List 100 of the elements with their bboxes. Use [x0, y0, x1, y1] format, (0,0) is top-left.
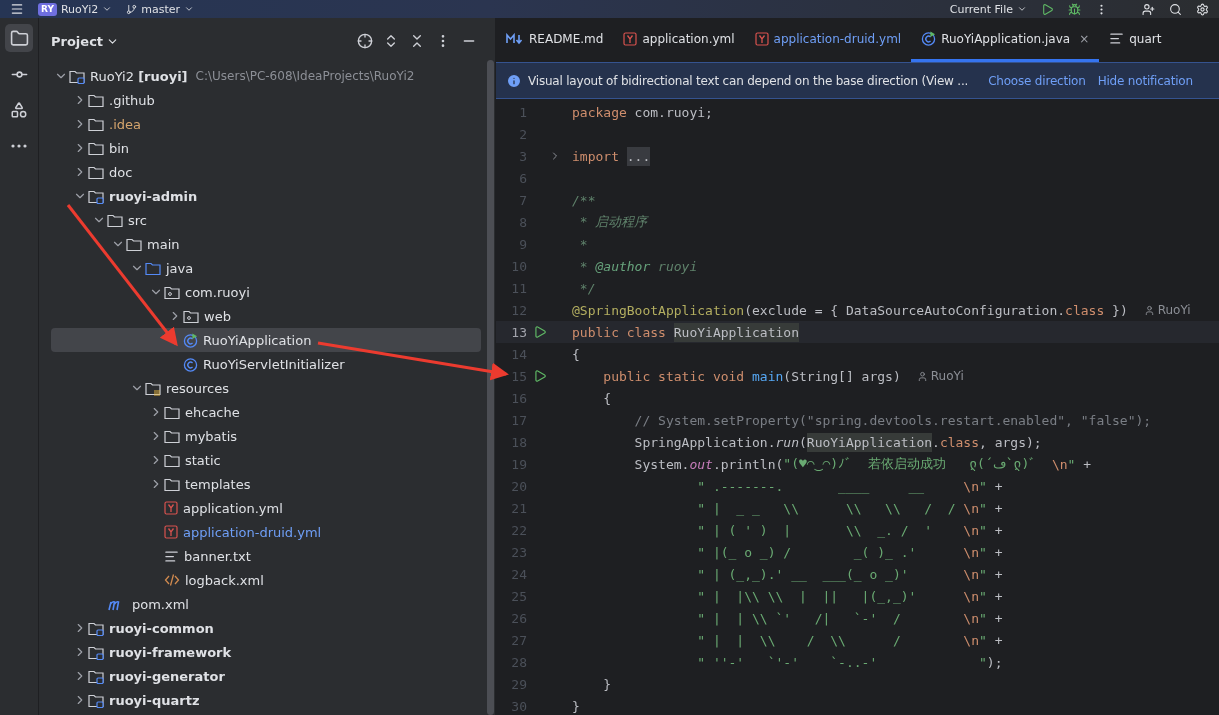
tree-item-label: RuoYiApplication — [203, 332, 312, 348]
notification-text: Visual layout of bidirectional text can depend on the base direction (View ... — [528, 73, 969, 88]
package-icon — [183, 308, 199, 324]
tree-item[interactable]: RuoYiApplication — [51, 328, 481, 352]
code-line: public static void main(String[] args) RuoYi — [602, 368, 964, 384]
branch-switcher[interactable]: master — [126, 2, 194, 16]
tree-item[interactable]: ruoyi-generator — [51, 664, 481, 688]
author-hint[interactable]: RuoYi — [1143, 303, 1191, 317]
tree-item-label: logback.xml — [185, 572, 264, 588]
code-line: * — [578, 236, 588, 252]
code-line: " |(_ o _) / _( )_ .' \n" + — [696, 544, 1003, 560]
folder-icon — [88, 140, 104, 156]
tree-item[interactable]: pom.xml — [51, 592, 481, 616]
folder-icon — [126, 236, 142, 252]
notification-link[interactable]: Choose direction — [988, 73, 1086, 88]
tree-item-label: java — [166, 260, 194, 276]
chevron-down-icon — [102, 4, 113, 14]
tree-item-label: web — [204, 308, 231, 324]
tree-item-label: ruoyi-admin — [109, 188, 198, 204]
tree-item[interactable]: RuoYi2 [ruoyi] C:\Users\PC-608\IdeaProjects\RuoYi2 — [51, 64, 481, 88]
tree-item-label: banner.txt — [184, 548, 251, 564]
project-switcher[interactable]: RuoYi2 — [60, 2, 113, 16]
code-line: @SpringBootApplication(exclude = { DataSourceAutoConfiguration.class }) RuoYi — [572, 302, 1191, 318]
tree-item[interactable]: bin — [51, 136, 481, 160]
code-line: */ — [578, 280, 596, 296]
tree-item[interactable]: ruoyi-quartz — [51, 688, 481, 712]
tree-item-label: pom.xml — [132, 596, 189, 612]
code-line: } — [572, 698, 580, 714]
xml-icon — [164, 573, 180, 587]
markdown-icon — [506, 32, 524, 45]
yaml-icon — [164, 501, 178, 515]
run-icon[interactable] — [1041, 2, 1054, 16]
tree-item-label: doc — [109, 164, 133, 180]
person-icon — [916, 370, 928, 382]
locate-icon[interactable] — [357, 33, 373, 49]
tree-item-label: static — [185, 452, 221, 468]
tree-item[interactable]: templates — [51, 472, 481, 496]
tree-item[interactable]: com.ruoyi — [51, 280, 481, 304]
tree-item-label: main — [147, 236, 180, 252]
tree-item[interactable]: java — [51, 256, 481, 280]
tree-item[interactable]: resources — [51, 376, 481, 400]
chevron-down-icon — [1017, 4, 1027, 14]
tree-item-label: application.yml — [183, 500, 283, 516]
tree-item[interactable]: ruoyi-framework — [51, 640, 481, 664]
tree-item[interactable]: main — [51, 232, 481, 256]
tree-item[interactable]: ruoyi-common — [51, 616, 481, 640]
person-icon — [1143, 304, 1155, 316]
code-line: " | (_,_).' __ ___(_ o _)' \n" + — [696, 566, 1003, 582]
tree-item[interactable]: static — [51, 448, 481, 472]
settings-icon[interactable] — [1196, 2, 1209, 16]
folder-icon — [107, 212, 123, 228]
project-badge: RY — [38, 2, 57, 16]
run-configuration[interactable]: Current File — [949, 2, 1027, 16]
editor-tab[interactable]: README.md — [496, 18, 614, 62]
author-hint[interactable]: RuoYi — [916, 369, 964, 383]
branch-icon — [126, 3, 138, 15]
yaml-icon — [754, 31, 769, 46]
tree-item[interactable]: web — [51, 304, 481, 328]
module-icon — [88, 620, 104, 636]
tree-item-label: resources — [166, 380, 229, 396]
notification-link[interactable]: Hide notification — [1097, 73, 1193, 88]
editor-tab[interactable]: quart — [1099, 18, 1172, 62]
tree-item[interactable]: banner.txt — [51, 544, 481, 568]
code-line: " | | \\ / \\ / \n" + — [696, 632, 1003, 648]
run-class-icon — [921, 31, 937, 46]
tree-item-label: templates — [185, 476, 251, 492]
code-line: * 启动程序 — [578, 213, 648, 231]
tree-item[interactable]: src — [51, 208, 481, 232]
tree-item-label: .github — [109, 92, 155, 108]
run-gutter-icon[interactable] — [533, 325, 547, 339]
tree-item[interactable]: application-druid.yml — [51, 520, 481, 544]
tree-item[interactable]: .github — [51, 88, 481, 112]
scrollbar-thumb[interactable] — [486, 60, 494, 715]
run-gutter-icon[interactable] — [533, 369, 547, 383]
bug-icon[interactable] — [1068, 2, 1081, 16]
tree-item[interactable]: ehcache — [51, 400, 481, 424]
tree-item-label: RuoYiServletInitializer — [203, 356, 345, 372]
tree-item[interactable]: mybatis — [51, 424, 481, 448]
tree-item-label: ruoyi-quartz — [109, 692, 200, 708]
panel-title[interactable]: Project — [51, 33, 120, 49]
tree-item[interactable]: doc — [51, 160, 481, 184]
close-tab-button[interactable]: × — [1079, 31, 1090, 46]
editor-tab[interactable]: application-druid.yml — [744, 18, 912, 62]
tree-item-label: application-druid.yml — [183, 524, 322, 540]
project-tool-button[interactable] — [5, 24, 33, 52]
tree-item-label: mybatis — [185, 428, 238, 444]
module-icon — [69, 68, 85, 84]
tree-item[interactable]: .idea — [51, 112, 481, 136]
text-file-icon — [164, 548, 179, 564]
add-user-icon[interactable] — [1142, 2, 1155, 16]
tab-label: quart — [1129, 31, 1162, 46]
code-line: { — [572, 346, 580, 362]
tree-item[interactable]: RuoYiServletInitializer — [51, 352, 481, 376]
tree-item[interactable]: logback.xml — [51, 568, 481, 592]
tree-item[interactable]: application.yml — [51, 496, 481, 520]
tree-item[interactable]: ruoyi-admin — [51, 184, 481, 208]
editor-tab[interactable]: application.yml — [613, 18, 745, 62]
main-menu-icon[interactable] — [10, 2, 24, 16]
tree-item-label: .idea — [109, 116, 141, 132]
search-icon[interactable] — [1169, 2, 1182, 16]
